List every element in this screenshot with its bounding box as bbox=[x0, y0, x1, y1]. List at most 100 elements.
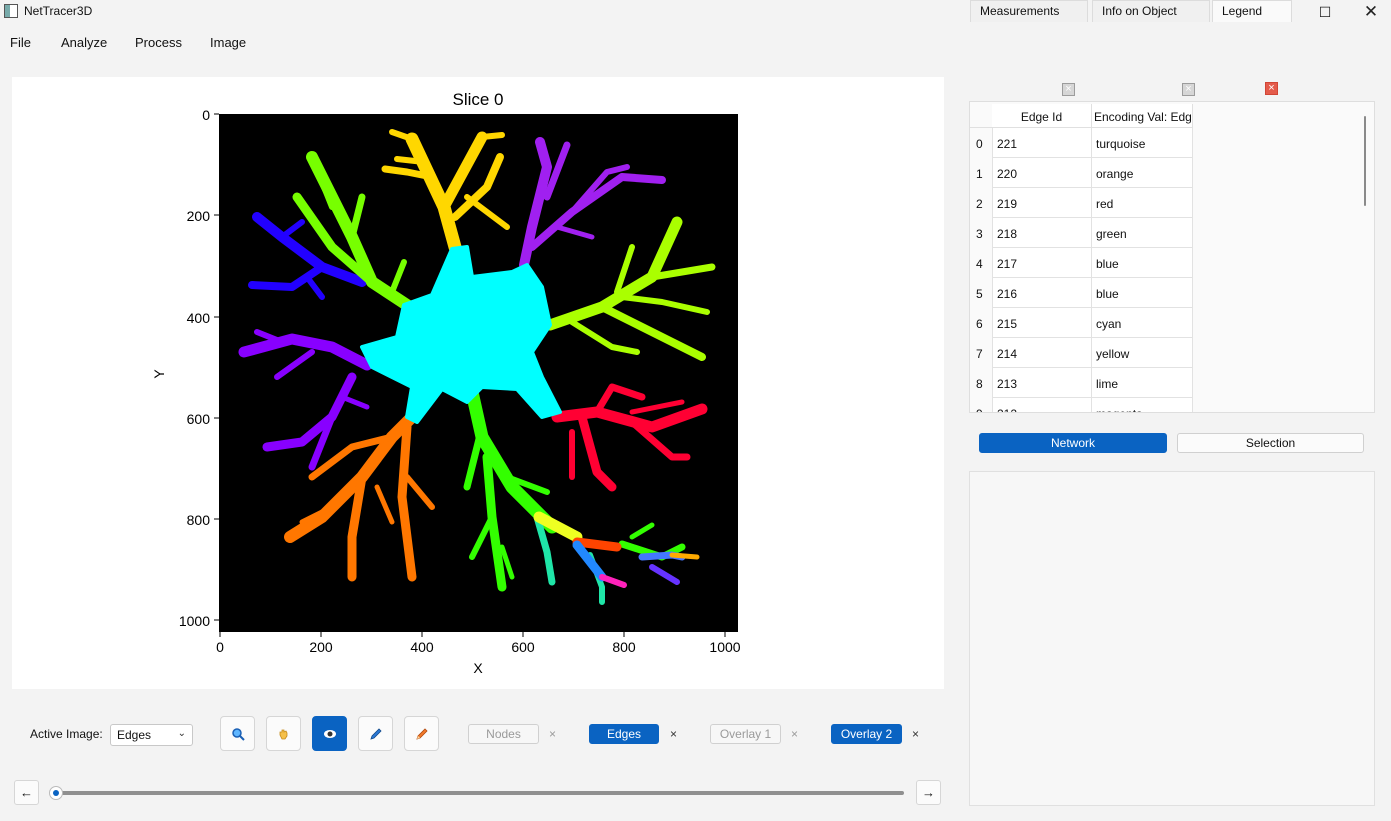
edge-id-cell[interactable]: 217 bbox=[992, 248, 1092, 278]
tab-info-close-icon[interactable]: × bbox=[1182, 83, 1195, 96]
tab-info-on-object[interactable]: Info on Object bbox=[1092, 0, 1210, 22]
x-tick-labels: 0 200 400 600 800 1000 bbox=[216, 639, 741, 655]
tab-legend-label: Legend bbox=[1222, 4, 1263, 18]
next-slice-button[interactable]: → bbox=[916, 780, 941, 805]
row-index: 5 bbox=[976, 287, 983, 301]
menu-file[interactable]: File bbox=[10, 35, 31, 50]
edge-id-cell[interactable]: 219 bbox=[992, 188, 1092, 218]
encoding-cell[interactable]: cyan bbox=[1092, 308, 1193, 338]
pencil-tool-button[interactable] bbox=[404, 716, 439, 751]
menu-process[interactable]: Process bbox=[135, 35, 182, 50]
overlay2-layer-button[interactable]: Overlay 2 bbox=[831, 724, 902, 744]
highlight-tool-button[interactable] bbox=[312, 716, 347, 751]
menu-bar: File Analyze Process Image bbox=[0, 30, 400, 56]
encoding-cell[interactable]: lime bbox=[1092, 368, 1193, 398]
x-axis-label: X bbox=[473, 660, 483, 676]
magnifier-icon bbox=[231, 727, 245, 741]
plot-title: Slice 0 bbox=[452, 90, 503, 109]
pan-tool-button[interactable] bbox=[266, 716, 301, 751]
table-row[interactable]: 2 219 red bbox=[970, 188, 1194, 218]
edge-id-cell[interactable]: 218 bbox=[992, 218, 1092, 248]
chevron-down-icon: ⌄ bbox=[177, 728, 186, 739]
row-index: 7 bbox=[976, 347, 983, 361]
hand-icon bbox=[279, 729, 287, 739]
table-row[interactable]: 7 214 yellow bbox=[970, 338, 1194, 368]
tab-legend-close-icon[interactable]: × bbox=[1265, 82, 1278, 95]
nodes-layer-close-icon[interactable]: × bbox=[549, 727, 556, 741]
x-tick-800: 800 bbox=[612, 639, 636, 655]
row-index: 4 bbox=[976, 257, 983, 271]
y-tick-200: 200 bbox=[187, 208, 211, 224]
table-row[interactable]: 6 215 cyan bbox=[970, 308, 1194, 338]
overlay2-layer-close-icon[interactable]: × bbox=[912, 727, 919, 741]
encoding-cell[interactable]: yellow bbox=[1092, 338, 1193, 368]
edge-id-cell[interactable]: 216 bbox=[992, 278, 1092, 308]
table-row[interactable]: 3 218 green bbox=[970, 218, 1194, 248]
edge-id-cell[interactable]: 220 bbox=[992, 158, 1092, 188]
encoding-cell[interactable]: orange bbox=[1092, 158, 1193, 188]
zoom-tool-button[interactable] bbox=[220, 716, 255, 751]
overlay1-layer-button[interactable]: Overlay 1 bbox=[710, 724, 781, 744]
eye-icon bbox=[323, 729, 336, 738]
x-tick-1000: 1000 bbox=[709, 639, 740, 655]
encoding-cell[interactable]: magenta bbox=[1092, 398, 1193, 412]
slice-slider-handle[interactable] bbox=[49, 786, 63, 800]
encoding-cell[interactable]: blue bbox=[1092, 278, 1193, 308]
edges-layer-close-icon[interactable]: × bbox=[670, 727, 677, 741]
y-tick-600: 600 bbox=[187, 411, 211, 427]
row-index: 6 bbox=[976, 317, 983, 331]
edge-id-cell[interactable]: 215 bbox=[992, 308, 1092, 338]
row-index: 9 bbox=[970, 398, 992, 412]
network-button[interactable]: Network bbox=[979, 433, 1167, 453]
row-index: 8 bbox=[976, 377, 983, 391]
pen-tool-button[interactable] bbox=[358, 716, 393, 751]
tab-legend[interactable]: Legend bbox=[1212, 0, 1292, 22]
header-edge-id[interactable]: Edge Id bbox=[992, 104, 1092, 128]
edges-layer-button[interactable]: Edges bbox=[589, 724, 659, 744]
edge-id-cell[interactable]: 221 bbox=[992, 128, 1092, 158]
nodes-layer-button[interactable]: Nodes bbox=[468, 724, 539, 744]
edge-id-cell[interactable]: 212 bbox=[992, 398, 1092, 412]
corner-cell bbox=[970, 104, 992, 128]
encoding-cell[interactable]: blue bbox=[1092, 248, 1193, 278]
app-icon bbox=[4, 4, 18, 18]
window-title: NetTracer3D bbox=[24, 4, 93, 18]
y-tick-labels: 0 200 400 600 800 1000 bbox=[179, 107, 210, 629]
edge-id-cell[interactable]: 214 bbox=[992, 338, 1092, 368]
x-tick-600: 600 bbox=[511, 639, 535, 655]
table-row[interactable]: 0 221 turquoise bbox=[970, 128, 1194, 158]
x-tick-400: 400 bbox=[410, 639, 434, 655]
tab-measurements-close-icon[interactable]: × bbox=[1062, 83, 1075, 96]
table-row[interactable]: 5 216 blue bbox=[970, 278, 1194, 308]
table-row[interactable]: 4 217 blue bbox=[970, 248, 1194, 278]
row-index: 0 bbox=[976, 137, 983, 151]
overlay1-layer-close-icon[interactable]: × bbox=[791, 727, 798, 741]
menu-image[interactable]: Image bbox=[210, 35, 246, 50]
slice-slider[interactable] bbox=[56, 791, 904, 795]
tab-measurements[interactable]: Measurements bbox=[970, 0, 1088, 22]
encoding-cell[interactable]: turquoise bbox=[1092, 128, 1193, 158]
prev-slice-button[interactable]: ← bbox=[14, 780, 39, 805]
y-tick-0: 0 bbox=[202, 107, 210, 123]
y-tick-800: 800 bbox=[187, 512, 211, 528]
slice-plot[interactable]: Slice 0 0 200 400 600 800 1000 0 200 400… bbox=[12, 77, 944, 689]
header-encoding[interactable]: Encoding Val: Edge bbox=[1092, 104, 1193, 128]
tab-info-label: Info on Object bbox=[1102, 4, 1177, 18]
selection-button[interactable]: Selection bbox=[1177, 433, 1364, 453]
edge-id-cell[interactable]: 213 bbox=[992, 368, 1092, 398]
table-row[interactable]: 1 220 orange bbox=[970, 158, 1194, 188]
encoding-cell[interactable]: green bbox=[1092, 218, 1193, 248]
table-row[interactable]: 9212magenta bbox=[970, 398, 1194, 412]
pencil-icon bbox=[415, 727, 428, 740]
encoding-cell[interactable]: red bbox=[1092, 188, 1193, 218]
menu-analyze[interactable]: Analyze bbox=[61, 35, 107, 50]
image-canvas[interactable]: Slice 0 0 200 400 600 800 1000 0 200 400… bbox=[12, 77, 944, 689]
maximize-button[interactable]: ☐ bbox=[1302, 0, 1348, 24]
close-window-button[interactable]: ✕ bbox=[1348, 0, 1391, 24]
legend-table: Edge Id Encoding Val: Edge 0 221 turquoise… bbox=[969, 101, 1375, 413]
active-image-select[interactable]: Edges ⌄ bbox=[110, 724, 193, 746]
table-scrollbar[interactable] bbox=[1364, 116, 1366, 206]
table-row[interactable]: 8 213 lime bbox=[970, 368, 1194, 398]
edge-orange-right bbox=[669, 552, 700, 560]
network-panel bbox=[969, 471, 1375, 806]
